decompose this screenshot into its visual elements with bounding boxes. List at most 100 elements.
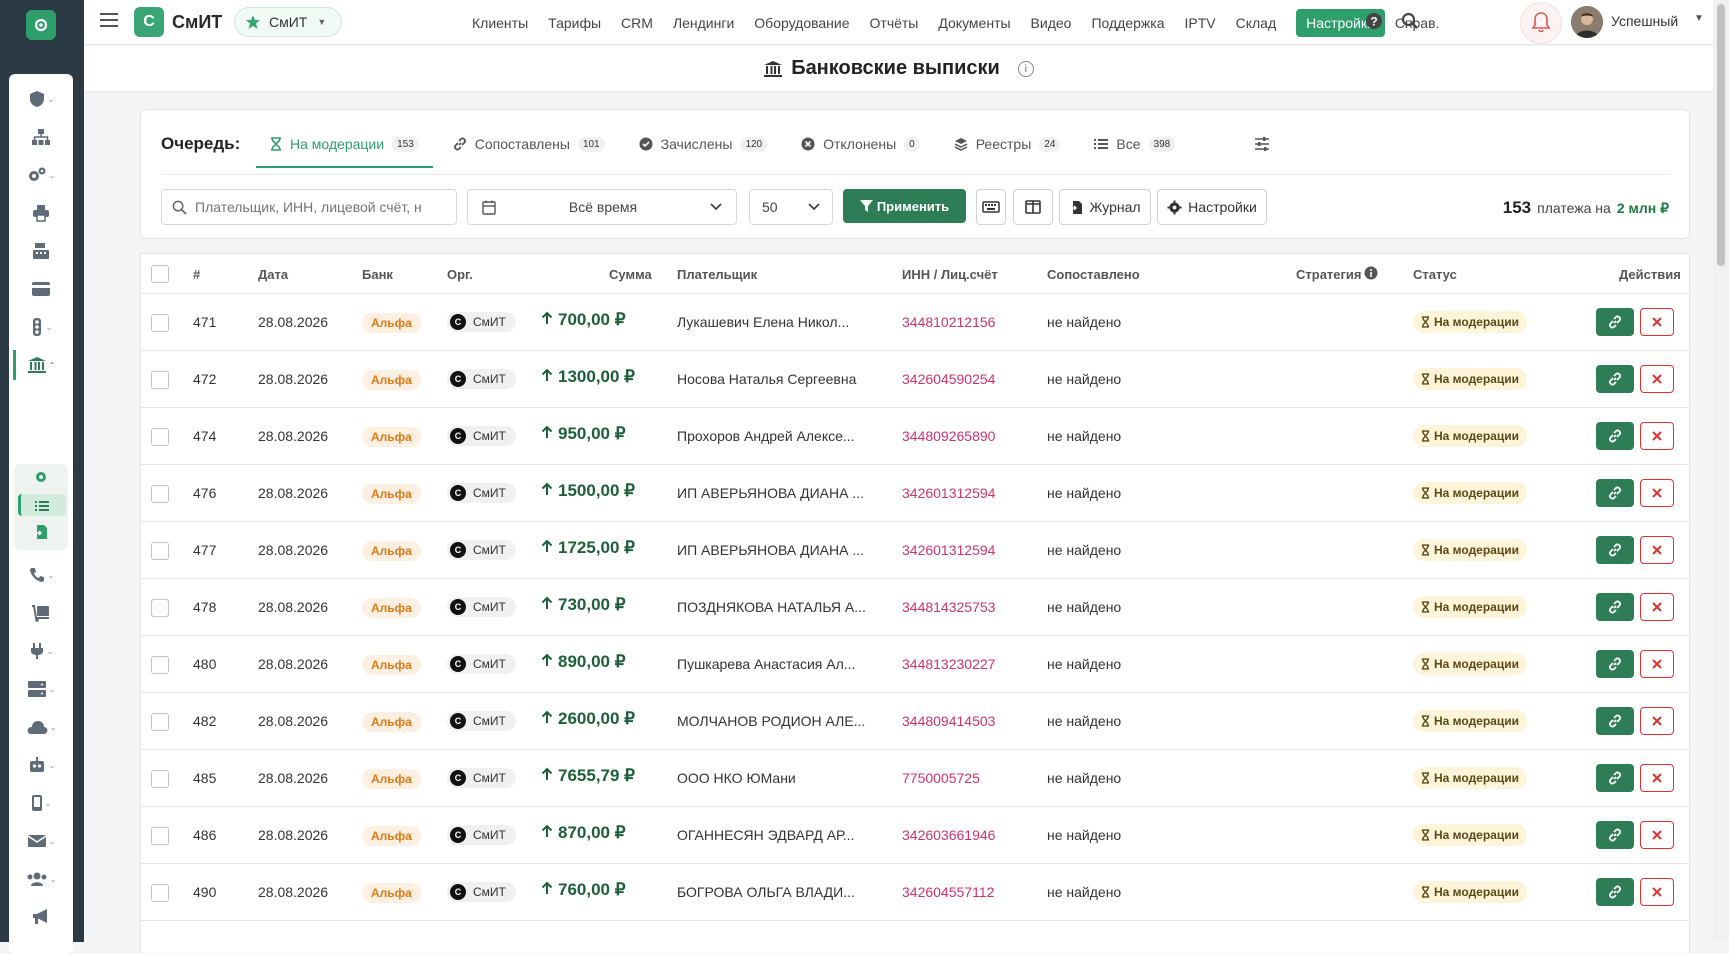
row-checkbox[interactable] — [151, 314, 169, 332]
col-date[interactable]: Дата — [258, 267, 288, 282]
nav-item-0[interactable]: Клиенты — [472, 15, 528, 31]
settings-button[interactable]: Настройки — [1157, 189, 1267, 225]
row-checkbox[interactable] — [151, 599, 169, 617]
match-button[interactable] — [1596, 878, 1634, 906]
org-selector[interactable]: СмИТ ▼ — [234, 7, 342, 37]
table-row[interactable]: 471 28.08.2026 Альфа С СмИТ 700,00 ₽ Лукашевич… — [141, 294, 1691, 351]
col-org[interactable]: Орг. — [447, 267, 473, 282]
row-inn-link[interactable]: 344813230227 — [902, 656, 995, 672]
sitemap-icon[interactable] — [9, 122, 73, 152]
tab-hourglass[interactable]: На модерации 153 — [256, 122, 433, 168]
row-inn-link[interactable]: 342603661946 — [902, 827, 995, 843]
match-button[interactable] — [1596, 650, 1634, 678]
nav-item-10[interactable]: Склад — [1236, 15, 1277, 31]
match-button[interactable] — [1596, 365, 1634, 393]
row-checkbox[interactable] — [151, 827, 169, 845]
page-scrollbar[interactable] — [1713, 0, 1729, 942]
keyboard-button[interactable] — [976, 189, 1006, 225]
table-row[interactable]: 486 28.08.2026 Альфа С СмИТ 870,00 ₽ ОГАННЕСЯН… — [141, 807, 1691, 864]
row-inn-link[interactable]: 342601312594 — [902, 485, 995, 501]
col-sum[interactable]: Сумма — [609, 267, 652, 282]
help-icon[interactable]: ? — [1365, 12, 1383, 33]
tab-list[interactable]: Все 398 — [1080, 122, 1189, 166]
table-row[interactable]: 472 28.08.2026 Альфа С СмИТ 1300,00 ₽ Носова Н… — [141, 351, 1691, 408]
sliders-icon[interactable] — [1254, 136, 1270, 155]
nav-item-6[interactable]: Документы — [938, 15, 1010, 31]
table-row[interactable]: 474 28.08.2026 Альфа С СмИТ 950,00 ₽ Прохоров … — [141, 408, 1691, 465]
search-input[interactable] — [195, 199, 435, 215]
table-row[interactable]: 476 28.08.2026 Альфа С СмИТ 1500,00 ₽ ИП АВЕРЬ… — [141, 465, 1691, 522]
tab-x-circle[interactable]: Отклонены 0 — [787, 122, 934, 166]
mobile-icon[interactable]: ⌄ — [9, 788, 73, 818]
row-checkbox[interactable] — [151, 770, 169, 788]
app-logo-icon[interactable] — [26, 10, 56, 40]
scrollbar-thumb[interactable] — [1717, 4, 1725, 266]
row-checkbox[interactable] — [151, 656, 169, 674]
reject-button[interactable] — [1640, 707, 1674, 735]
reject-button[interactable] — [1640, 308, 1674, 336]
match-button[interactable] — [1596, 707, 1634, 735]
match-button[interactable] — [1596, 479, 1634, 507]
nav-item-7[interactable]: Видео — [1031, 15, 1072, 31]
nav-item-2[interactable]: CRM — [621, 15, 653, 31]
row-inn-link[interactable]: 344814325753 — [902, 599, 995, 615]
users-icon[interactable]: ⌄ — [9, 864, 73, 894]
cloud-icon[interactable]: ⌄ — [9, 712, 73, 742]
search-field[interactable] — [161, 189, 457, 225]
plug-icon[interactable]: ⌄ — [9, 636, 73, 666]
table-row[interactable]: 482 28.08.2026 Альфа С СмИТ 2600,00 ₽ МОЛЧАНОВ… — [141, 693, 1691, 750]
journal-button[interactable]: Журнал — [1059, 189, 1151, 225]
reject-button[interactable] — [1640, 593, 1674, 621]
table-row[interactable]: 480 28.08.2026 Альфа С СмИТ 890,00 ₽ Пушкарева… — [141, 636, 1691, 693]
tab-link[interactable]: Сопоставлены 101 — [439, 122, 619, 166]
match-button[interactable] — [1596, 536, 1634, 564]
envelope-icon[interactable]: ⌄ — [9, 826, 73, 856]
table-row[interactable]: 478 28.08.2026 Альфа С СмИТ 730,00 ₽ ПОЗДНЯКОВ… — [141, 579, 1691, 636]
table-row[interactable]: 485 28.08.2026 Альфа С СмИТ 7655,79 ₽ ООО НКО … — [141, 750, 1691, 807]
file-import-icon[interactable] — [34, 524, 48, 543]
nav-item-5[interactable]: Отчёты — [870, 15, 919, 31]
table-row[interactable]: 477 28.08.2026 Альфа С СмИТ 1725,00 ₽ ИП АВЕРЬ… — [141, 522, 1691, 579]
col-bank[interactable]: Банк — [362, 267, 393, 282]
gear-icon[interactable] — [34, 470, 48, 487]
nav-item-1[interactable]: Тарифы — [548, 15, 601, 31]
nav-item-4[interactable]: Оборудование — [754, 15, 849, 31]
row-inn-link[interactable]: 344809414503 — [902, 713, 995, 729]
columns-button[interactable] — [1013, 189, 1053, 225]
row-inn-link[interactable]: 344810212156 — [902, 314, 995, 330]
info-icon[interactable]: i — [1017, 60, 1034, 77]
tab-check-circle[interactable]: Зачислены 120 — [625, 122, 782, 166]
date-range-select[interactable]: Всё время — [467, 189, 737, 225]
notifications-button[interactable] — [1520, 2, 1562, 44]
brand[interactable]: С СмИТ — [134, 7, 222, 37]
bullhorn-icon[interactable] — [9, 902, 73, 932]
row-checkbox[interactable] — [151, 371, 169, 389]
reject-button[interactable] — [1640, 821, 1674, 849]
col-status[interactable]: Статус — [1413, 267, 1457, 282]
col-num[interactable]: # — [193, 267, 200, 282]
nav-item-3[interactable]: Лендинги — [673, 15, 734, 31]
row-checkbox[interactable] — [151, 884, 169, 902]
apply-button[interactable]: Применить — [843, 189, 966, 223]
col-strategy[interactable]: Стратегия — [1296, 267, 1362, 282]
col-matched[interactable]: Сопоставлено — [1047, 267, 1140, 282]
user-name[interactable]: Успешный — [1611, 13, 1678, 29]
search-icon[interactable] — [1401, 12, 1419, 33]
dolly-icon[interactable] — [9, 598, 73, 628]
nav-item-9[interactable]: IPTV — [1185, 15, 1216, 31]
row-inn-link[interactable]: 342604590254 — [902, 371, 995, 387]
reject-button[interactable] — [1640, 365, 1674, 393]
cash-register-icon[interactable] — [9, 236, 73, 266]
col-payer[interactable]: Плательщик — [677, 267, 757, 282]
row-inn-link[interactable]: 342604557112 — [902, 884, 994, 900]
reject-button[interactable] — [1640, 536, 1674, 564]
col-inn[interactable]: ИНН / Лиц.счёт — [902, 267, 998, 282]
strategy-info-icon[interactable] — [1364, 266, 1378, 283]
row-inn-link[interactable]: 344809265890 — [902, 428, 995, 444]
match-button[interactable] — [1596, 422, 1634, 450]
cogs-icon[interactable]: ⌄ — [9, 160, 73, 190]
reject-button[interactable] — [1640, 422, 1674, 450]
avatar[interactable] — [1571, 6, 1603, 38]
phone-volume-icon[interactable]: ⌄ — [9, 560, 73, 590]
reject-button[interactable] — [1640, 764, 1674, 792]
